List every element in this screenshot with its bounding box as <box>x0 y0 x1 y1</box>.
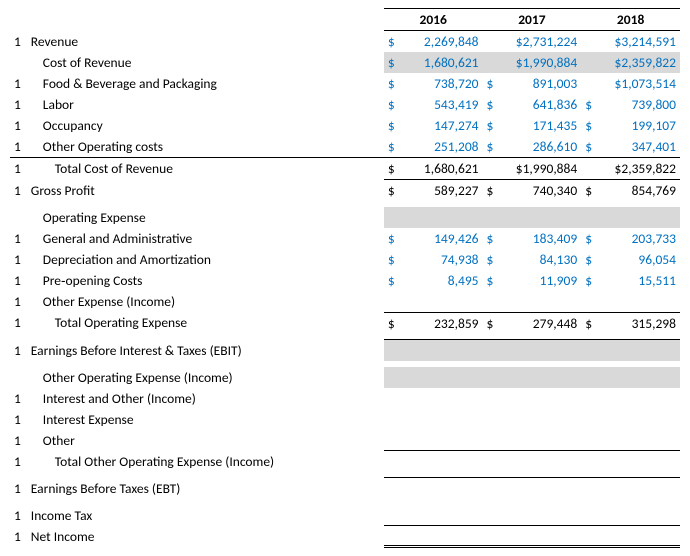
col-2016: 2016 <box>384 9 483 31</box>
row-ebt: 1 Earnings Before Taxes (EBT) <box>10 478 680 499</box>
financial-table: 2016 2017 2018 1 Revenue $ 2,269,848 $2,… <box>10 8 680 548</box>
mark: 1 <box>10 31 27 53</box>
row-total-other-op-expense: 1 Total Other Operating Expense (Income) <box>10 451 680 472</box>
row-other-op-costs: 1 Other Operating costs $ 251,208 $ 286,… <box>10 136 680 158</box>
row-income-tax: 1 Income Tax <box>10 505 680 526</box>
row-revenue: 1 Revenue $ 2,269,848 $2,731,224 $3,214,… <box>10 31 680 53</box>
row-other-op-expense-hdr: Other Operating Expense (Income) <box>10 367 680 388</box>
currency-symbol: $ <box>384 31 403 53</box>
header-row: 2016 2017 2018 <box>10 9 680 31</box>
col-2018: 2018 <box>581 9 680 31</box>
row-cost-of-revenue: Cost of Revenue $ 1,680,621 $1,990,884 $… <box>10 52 680 73</box>
value-2018: $3,214,591 <box>600 31 680 53</box>
row-other: 1 Other <box>10 430 680 451</box>
row-total-operating-expense: 1 Total Operating Expense $ 232,859 $ 27… <box>10 312 680 334</box>
row-other-expense-income: 1 Other Expense (Income) <box>10 291 680 312</box>
value-2018: $2,359,822 <box>600 52 680 73</box>
row-food-beverage: 1 Food & Beverage and Packaging $ 738,72… <box>10 73 680 94</box>
currency-symbol: $ <box>384 52 403 73</box>
row-preopening-costs: 1 Pre‑opening Costs $ 8,495 $ 11,909 $ 1… <box>10 270 680 291</box>
row-general-administrative: 1 General and Administrative $ 149,426 $… <box>10 228 680 249</box>
label: Revenue <box>27 31 384 53</box>
row-depreciation-amortization: 1 Depreciation and Amortization $ 74,938… <box>10 249 680 270</box>
row-total-cost-of-revenue: 1 Total Cost of Revenue $ 1,680,621 $1,9… <box>10 158 680 180</box>
row-interest-other-income: 1 Interest and Other (Income) <box>10 388 680 409</box>
row-gross-profit: 1 Gross Profit $ 589,227 $ 740,340 $ 854… <box>10 180 680 202</box>
value-2016: 2,269,848 <box>403 31 483 53</box>
label: Cost of Revenue <box>27 52 384 73</box>
row-labor: 1 Labor $ 543,419 $ 641,836 $ 739,800 <box>10 94 680 115</box>
value-2017: $1,990,884 <box>501 52 581 73</box>
row-occupancy: 1 Occupancy $ 147,274 $ 171,435 $ 199,10… <box>10 115 680 136</box>
row-operating-expense-hdr: Operating Expense <box>10 207 680 228</box>
row-ebit: 1 Earnings Before Interest & Taxes (EBIT… <box>10 340 680 361</box>
row-net-income: 1 Net Income <box>10 526 680 547</box>
value-2016: 1,680,621 <box>403 52 483 73</box>
col-2017: 2017 <box>483 9 582 31</box>
value-2017: $2,731,224 <box>501 31 581 53</box>
row-interest-expense: 1 Interest Expense <box>10 409 680 430</box>
